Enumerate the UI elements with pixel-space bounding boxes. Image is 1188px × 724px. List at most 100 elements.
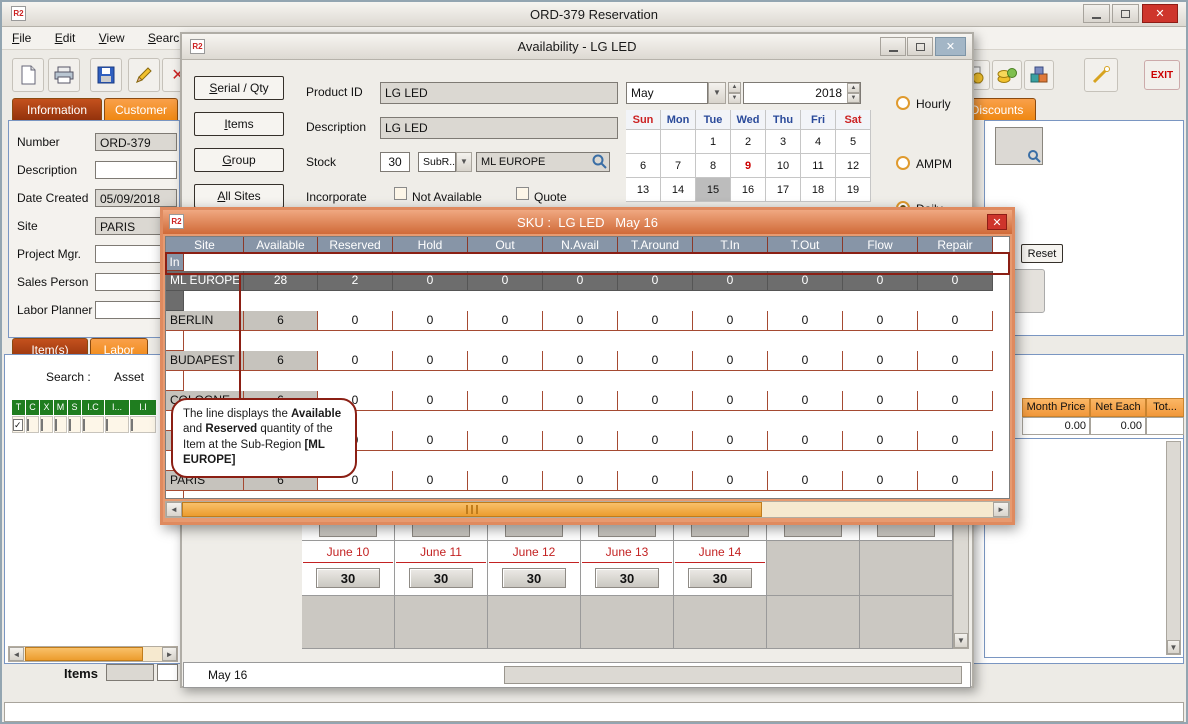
grid-cell[interactable]	[40, 416, 53, 433]
cell[interactable]	[166, 491, 184, 499]
cell[interactable]: 0	[618, 391, 693, 411]
cell[interactable]: 0	[918, 311, 993, 331]
grid-cell[interactable]	[82, 416, 104, 433]
serial-qty-button[interactable]: Serial / Qty	[194, 76, 284, 100]
calendar-day[interactable]: 4	[801, 130, 836, 154]
stock-field[interactable]: 30	[380, 152, 410, 172]
quantity-button[interactable]: 30	[502, 568, 566, 588]
search-icon[interactable]	[592, 154, 607, 169]
calendar-day[interactable]: 1	[696, 130, 731, 154]
minimize-button[interactable]	[880, 37, 906, 56]
calendar-day[interactable]: 3	[766, 130, 801, 154]
grid-cell[interactable]	[130, 416, 156, 433]
scroll-down-button[interactable]: ▼	[954, 633, 968, 648]
schedule-cell-june-12[interactable]: June 12 30	[488, 541, 581, 596]
description-field[interactable]	[95, 161, 177, 179]
cell[interactable]: 0	[393, 471, 468, 491]
maximize-button[interactable]	[907, 37, 933, 56]
reset-button[interactable]: Reset	[1021, 244, 1063, 263]
product-id-field[interactable]: LG LED	[380, 82, 618, 104]
calendar-day[interactable]: 11	[801, 154, 836, 178]
reserved-cell[interactable]: 0	[318, 351, 393, 371]
calendar-day[interactable]: 2	[731, 130, 766, 154]
checkbox[interactable]	[69, 419, 71, 431]
year-spin-up[interactable]: ▲	[847, 83, 860, 93]
menu-file[interactable]: File	[2, 27, 41, 49]
quantity-button[interactable]: 30	[595, 568, 659, 588]
save-button[interactable]	[90, 58, 122, 92]
cell[interactable]: 0	[693, 391, 768, 411]
schedule-cell-june-13[interactable]: June 13 30	[581, 541, 674, 596]
horizontal-scrollbar[interactable]: ◄ ►	[165, 501, 1010, 518]
cell[interactable]: 0	[693, 471, 768, 491]
checkbox[interactable]	[106, 419, 108, 431]
cell[interactable]: 0	[393, 391, 468, 411]
month-price-header[interactable]: Month Price	[1022, 398, 1090, 417]
scroll-down-button[interactable]: ▼	[1167, 640, 1180, 654]
cell[interactable]	[166, 291, 184, 311]
search-mode-value[interactable]: Asset	[114, 370, 144, 384]
column-header[interactable]: M	[54, 400, 67, 415]
tab-information[interactable]: Information	[12, 98, 102, 120]
cell[interactable]: 0	[918, 391, 993, 411]
column-header[interactable]: C	[26, 400, 39, 415]
cell[interactable]: 0	[843, 311, 918, 331]
calendar-day[interactable]: 10	[766, 154, 801, 178]
calendar-day[interactable]: 5	[836, 130, 871, 154]
horizontal-scrollbar[interactable]: ◄ ►	[8, 646, 178, 662]
cell[interactable]: 0	[693, 431, 768, 451]
quantity-button[interactable]: 30	[316, 568, 380, 588]
calendar-day[interactable]: 14	[661, 178, 696, 202]
quantity-button[interactable]	[598, 523, 656, 537]
calendar-day-today[interactable]: 9	[731, 154, 766, 178]
cell[interactable]: 0	[543, 311, 618, 331]
quantity-button[interactable]: 30	[409, 568, 473, 588]
cell[interactable]: 0	[918, 471, 993, 491]
scrollbar-thumb[interactable]	[25, 647, 143, 661]
billing-button[interactable]	[992, 60, 1022, 90]
column-header[interactable]: I.C	[82, 400, 104, 415]
description-field[interactable]: LG LED	[380, 117, 618, 139]
edit-button[interactable]	[128, 58, 160, 92]
cell[interactable]: 0	[768, 391, 843, 411]
hourly-radio[interactable]	[896, 96, 910, 110]
quote-checkbox[interactable]	[516, 187, 529, 200]
wand-button[interactable]	[1084, 58, 1118, 92]
cell[interactable]: 0	[468, 311, 543, 331]
column-header[interactable]: S	[68, 400, 81, 415]
date-created-field[interactable]: 05/09/2018	[95, 189, 177, 207]
grid-cell[interactable]: ✓	[12, 416, 25, 433]
close-button[interactable]: ✕	[1142, 4, 1178, 23]
cell[interactable]: 0	[618, 431, 693, 451]
total-value[interactable]	[1146, 417, 1184, 435]
vertical-scrollbar[interactable]: ▼	[1166, 441, 1181, 655]
column-header[interactable]: X	[40, 400, 53, 415]
items-button[interactable]: Items	[194, 112, 284, 136]
total-header[interactable]: Tot...	[1146, 398, 1184, 417]
quantity-button[interactable]	[691, 523, 749, 537]
calendar-day[interactable]: 18	[801, 178, 836, 202]
schedule-cell-june-11[interactable]: June 11 30	[395, 541, 488, 596]
month-spin-up[interactable]: ▲	[728, 82, 741, 93]
cell[interactable]: 0	[768, 351, 843, 371]
cell[interactable]: 0	[693, 311, 768, 331]
month-select[interactable]: May	[626, 82, 708, 104]
ampm-radio[interactable]	[896, 156, 910, 170]
number-field[interactable]: ORD-379	[95, 133, 177, 151]
dropdown-arrow-button[interactable]: ▼	[456, 152, 472, 172]
grid-cell[interactable]	[68, 416, 81, 433]
cell[interactable]: 0	[618, 351, 693, 371]
cell[interactable]: 0	[543, 431, 618, 451]
cell[interactable]: 0	[843, 391, 918, 411]
checkbox[interactable]	[55, 419, 57, 431]
packages-button[interactable]	[1024, 60, 1054, 90]
minimize-button[interactable]	[1083, 4, 1110, 23]
cell[interactable]: 0	[693, 351, 768, 371]
available-cell[interactable]: 6	[244, 351, 318, 371]
not-available-checkbox[interactable]	[394, 187, 407, 200]
site-cell[interactable]: BERLIN	[166, 311, 244, 331]
cell[interactable]: 0	[468, 391, 543, 411]
cell[interactable]: 0	[393, 311, 468, 331]
cell[interactable]: 0	[843, 431, 918, 451]
checkbox[interactable]	[131, 419, 133, 431]
